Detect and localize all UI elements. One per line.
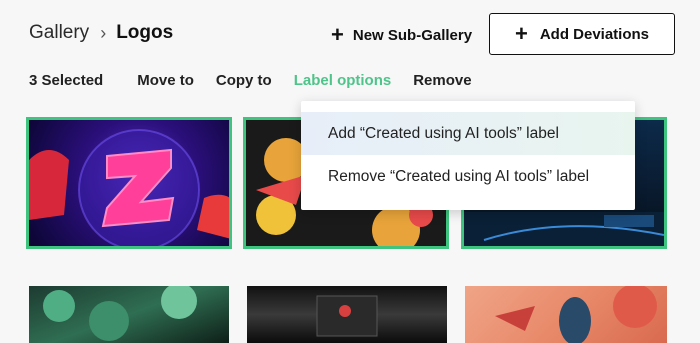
add-deviations-button[interactable]: + Add Deviations — [489, 13, 675, 55]
gallery-thumbnail[interactable] — [247, 286, 447, 343]
plus-icon: + — [514, 21, 528, 46]
gallery-thumbnail[interactable] — [29, 286, 229, 343]
new-sub-gallery-label: New Sub-Gallery — [352, 26, 473, 44]
thumbnail-image — [29, 129, 229, 246]
selection-toolbar: 3 Selected Move to Copy to Label options… — [29, 70, 494, 90]
copy-to-button[interactable]: Copy to — [216, 72, 272, 89]
remove-ai-label-option[interactable]: Remove “Created using AI tools” label — [301, 155, 635, 198]
new-sub-gallery-button[interactable]: + New Sub-Gallery — [331, 22, 472, 48]
label-options-dropdown: Add “Created using AI tools” label Remov… — [301, 101, 635, 210]
remove-button[interactable]: Remove — [413, 72, 471, 89]
breadcrumb-gallery-link[interactable]: Gallery — [29, 22, 89, 44]
thumbnail-image — [316, 295, 378, 337]
thumbnail-image — [495, 286, 657, 343]
label-options-button[interactable]: Label options — [294, 72, 392, 89]
breadcrumb: Gallery › Logos — [29, 22, 173, 44]
chevron-right-icon: › — [100, 22, 107, 43]
add-deviations-label: Add Deviations — [539, 25, 650, 43]
breadcrumb-current: Logos — [116, 22, 174, 43]
selected-count: 3 Selected — [29, 71, 104, 89]
add-ai-label-option[interactable]: Add “Created using AI tools” label — [301, 112, 635, 155]
gallery-thumbnail[interactable] — [26, 117, 232, 249]
gallery-header: Gallery › Logos + New Sub-Gallery + Add … — [0, 0, 700, 70]
move-to-button[interactable]: Move to — [137, 72, 194, 89]
gallery-thumbnail[interactable] — [465, 286, 667, 343]
thumbnail-image — [43, 286, 197, 341]
plus-icon: + — [331, 22, 344, 47]
